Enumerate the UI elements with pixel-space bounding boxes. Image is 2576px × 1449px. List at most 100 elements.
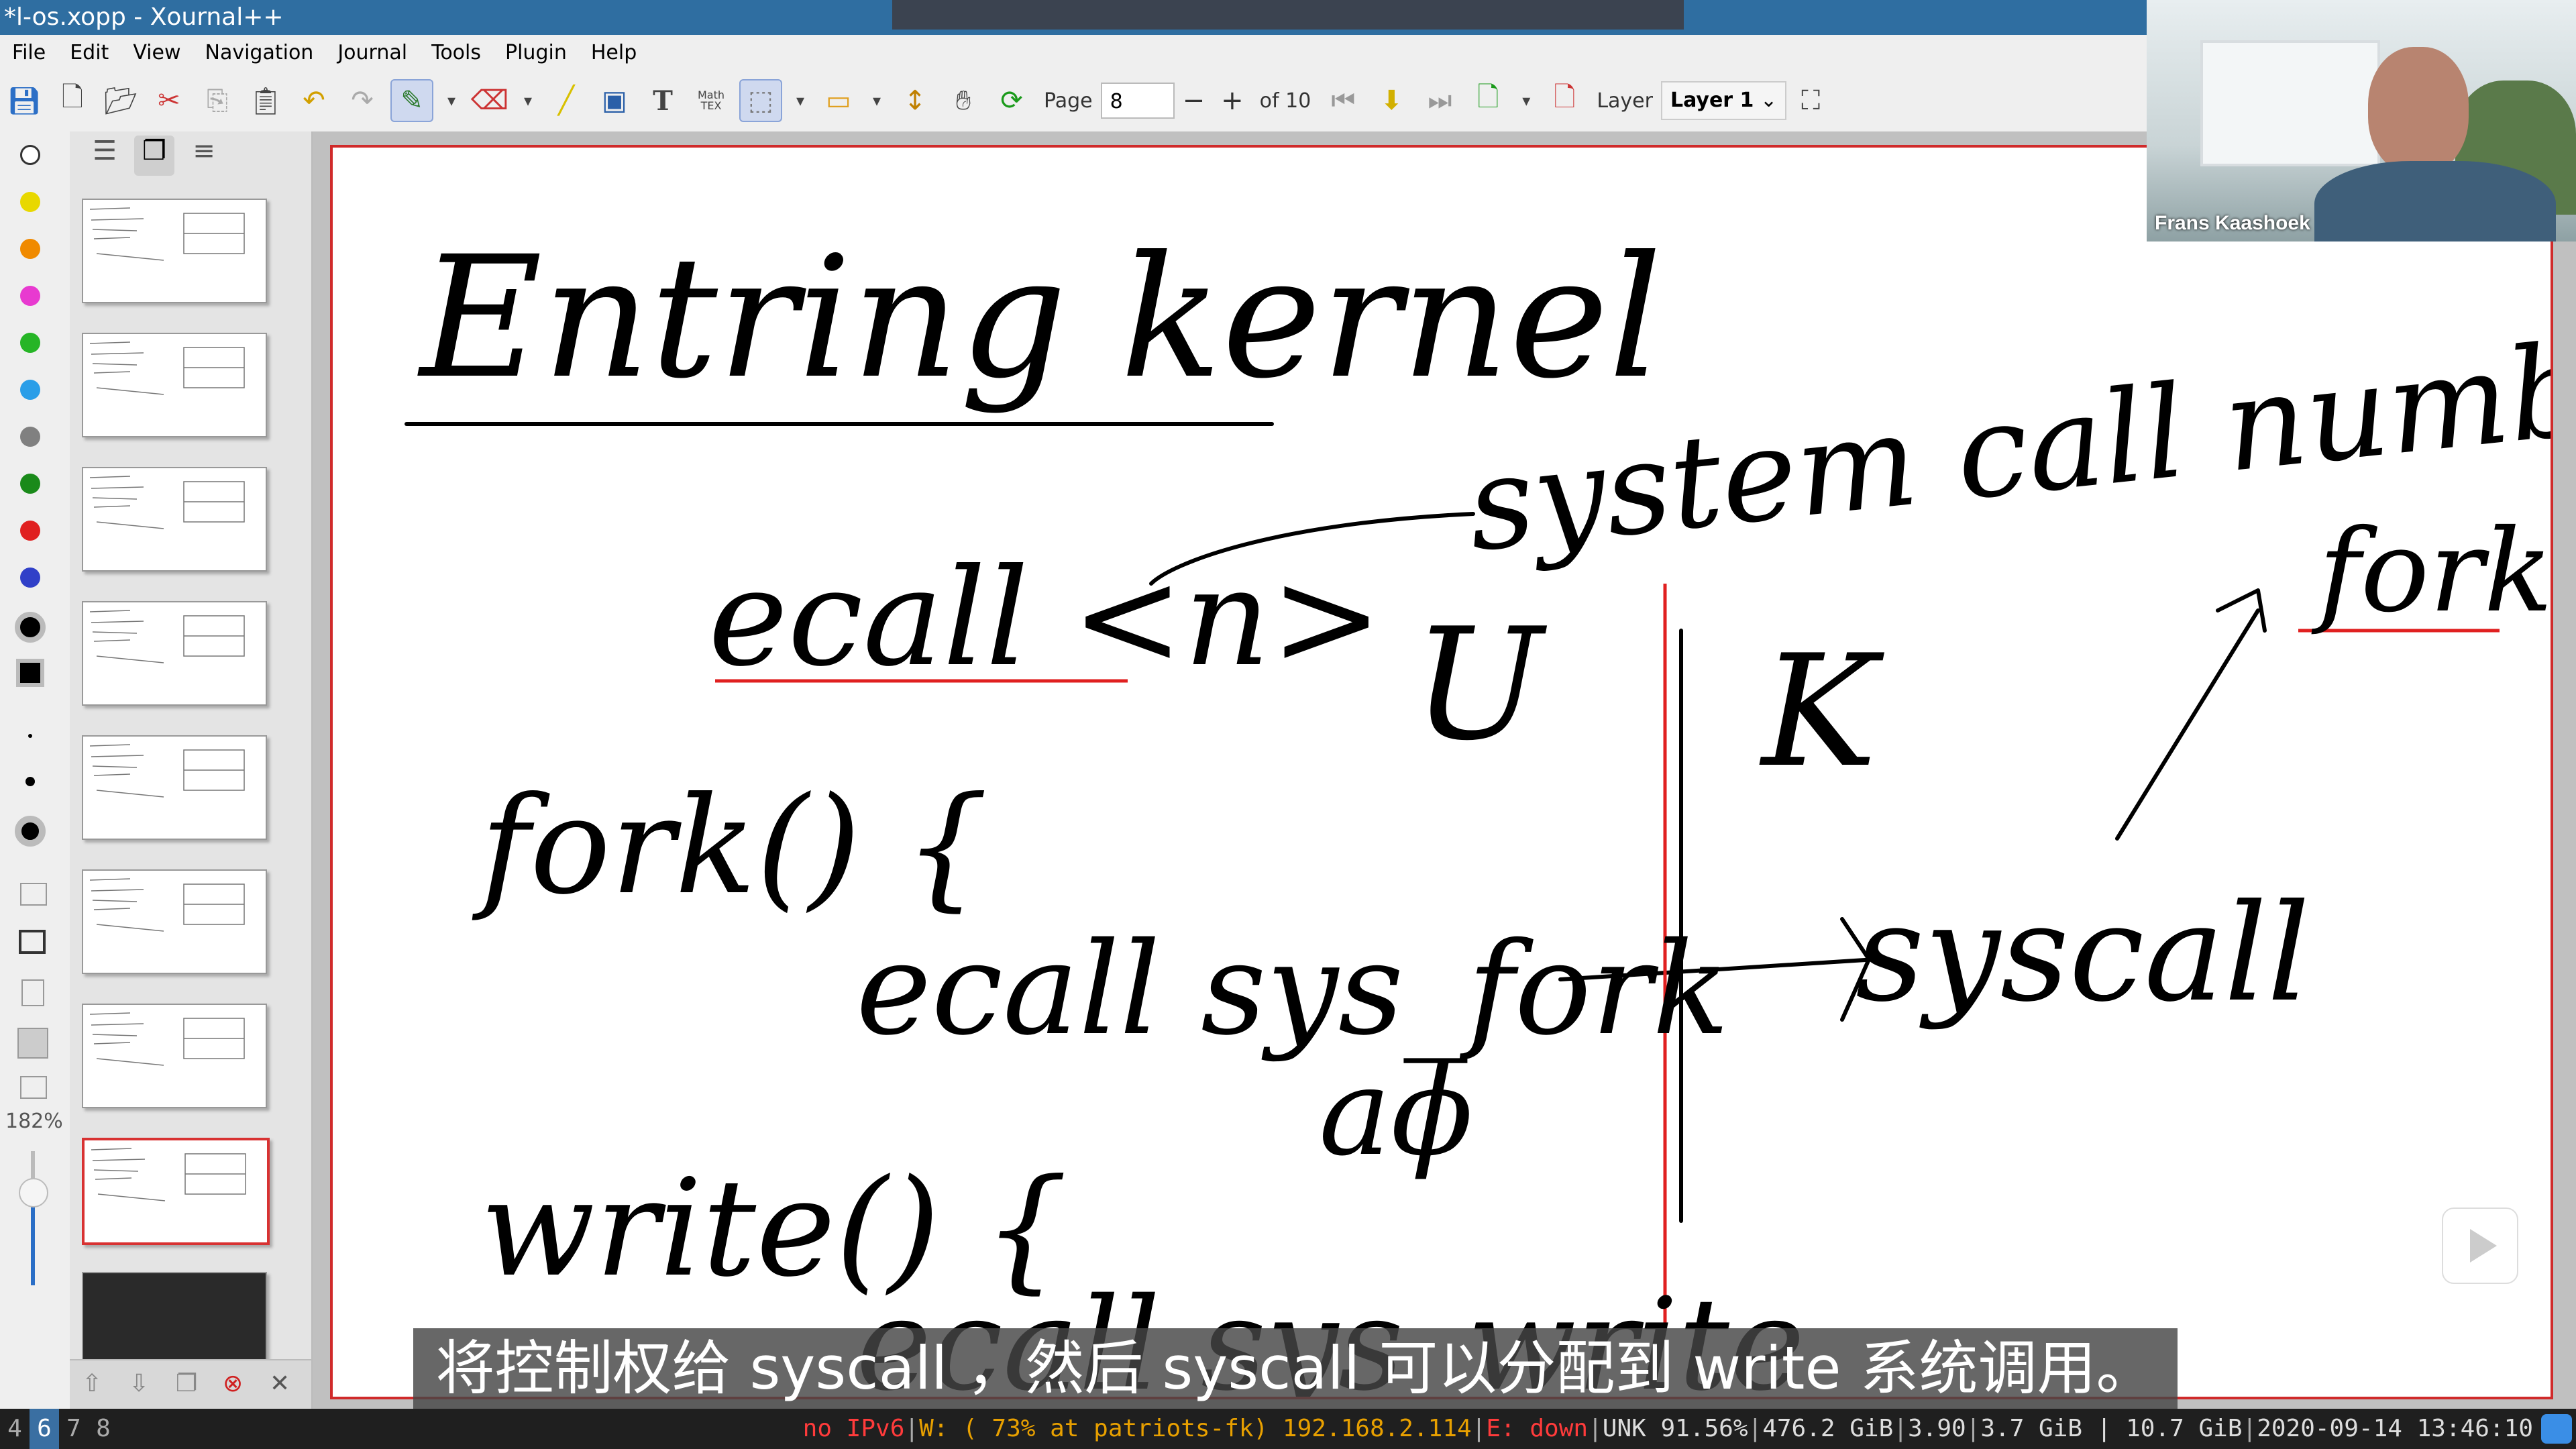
color-green[interactable] <box>20 333 40 353</box>
chevron-down-icon[interactable]: ▾ <box>1516 80 1536 121</box>
workspace-8[interactable]: 8 <box>89 1409 118 1449</box>
sidebar-tabs: ☰ ❐ ≡ <box>70 131 311 178</box>
layer-select[interactable]: Layer 1 ⌄ <box>1660 81 1787 120</box>
rect-select-icon[interactable]: ▭ <box>818 80 859 121</box>
menu-journal[interactable]: Journal <box>325 41 419 64</box>
fill-square-icon[interactable] <box>16 659 44 687</box>
canvas-area[interactable]: Entring kernel ecall <n> system call num… <box>313 131 2576 1409</box>
tab-layers[interactable]: ≡ <box>184 136 224 176</box>
participant-name: Frans Kaashoek <box>2155 212 2310 234</box>
redo-icon[interactable]: ↷ <box>342 80 382 121</box>
eraser-icon[interactable]: ⌫ <box>470 80 510 121</box>
move-page-down-icon[interactable]: ⇩ <box>129 1370 149 1397</box>
new-page-icon[interactable]: 🗋 <box>52 80 93 121</box>
menu-tools[interactable]: Tools <box>419 41 493 64</box>
page-thumbnail[interactable] <box>82 869 267 974</box>
move-page-up-icon[interactable]: ⇧ <box>82 1370 102 1397</box>
hw-ecall-fork: ecall sys_fork <box>856 915 1729 1063</box>
close-sidebar-icon[interactable]: ✕ <box>270 1370 290 1397</box>
status-info: no IPv6|W: ( 73% at patriots-fk) 192.168… <box>802 1415 2533 1442</box>
person-head <box>2368 47 2469 174</box>
thumbnail-sketch <box>89 610 245 663</box>
cut-icon[interactable]: ✂ <box>149 80 189 121</box>
page-thumbnail[interactable] <box>82 1004 267 1108</box>
delete-page-icon[interactable]: ⊗ <box>223 1370 243 1397</box>
page-thumbnail[interactable] <box>82 199 267 303</box>
page-minus-button[interactable]: − <box>1183 85 1205 116</box>
image-icon[interactable]: ▣ <box>594 80 635 121</box>
status-ipv6: no IPv6 <box>802 1415 905 1442</box>
page-number-input[interactable]: 8 <box>1100 83 1175 119</box>
undo-icon[interactable]: ↶ <box>294 80 334 121</box>
color-yellow[interactable] <box>20 192 40 212</box>
color-magenta[interactable] <box>20 286 40 306</box>
color-dark-green[interactable] <box>20 474 40 494</box>
page-thumbnail[interactable] <box>82 1138 270 1245</box>
first-page-icon[interactable]: ⏮ <box>1323 80 1363 121</box>
play-button[interactable] <box>2442 1208 2518 1284</box>
window-background <box>2200 40 2380 166</box>
tab-page-previews[interactable]: ❐ <box>134 136 174 176</box>
math-tex-icon[interactable]: Math TEX <box>691 80 731 121</box>
refresh-icon[interactable]: ⟳ <box>991 80 1032 121</box>
save-icon[interactable]: 💾︎ <box>4 80 44 121</box>
delete-page-icon[interactable]: 🗋 <box>1544 80 1585 121</box>
hand-tool-icon[interactable]: ✋︎ <box>943 80 983 121</box>
tray-icon[interactable] <box>2541 1414 2572 1444</box>
text-tool-icon[interactable]: T <box>643 80 683 121</box>
last-page-icon[interactable]: ⏭ <box>1419 80 1460 121</box>
page-icon[interactable] <box>21 979 44 1006</box>
size-thick[interactable] <box>15 816 46 847</box>
color-orange[interactable] <box>20 239 40 259</box>
highlighter-icon[interactable]: ╱ <box>546 80 586 121</box>
chevron-down-icon[interactable]: ▾ <box>790 80 810 121</box>
page-thumbnail[interactable] <box>82 333 267 437</box>
page-thumbnail[interactable] <box>82 601 267 706</box>
menu-plugin[interactable]: Plugin <box>493 41 579 64</box>
next-annotated-page-icon[interactable]: ⬇ <box>1371 80 1411 121</box>
page-thumbnail[interactable] <box>82 467 267 572</box>
select-tool-icon[interactable]: ⬚ <box>739 79 782 122</box>
workspace-7[interactable]: 7 <box>59 1409 89 1449</box>
copy-icon[interactable]: ⎘ <box>197 80 237 121</box>
chevron-down-icon[interactable]: ▾ <box>441 80 462 121</box>
workspace-6[interactable]: 6 <box>30 1409 59 1449</box>
menu-view[interactable]: View <box>121 41 193 64</box>
thumbnail-sketch <box>89 744 245 798</box>
ruler-icon[interactable] <box>20 883 47 906</box>
zoom-slider-handle[interactable] <box>19 1178 48 1208</box>
menu-help[interactable]: Help <box>579 41 649 64</box>
color-gray[interactable] <box>20 427 40 447</box>
layout-icon[interactable] <box>17 1028 48 1059</box>
thumbnail-sketch <box>91 1148 246 1201</box>
workspace-4[interactable]: 4 <box>0 1409 30 1449</box>
note-page[interactable]: Entring kernel ecall <n> system call num… <box>330 145 2553 1399</box>
pen-tool-icon[interactable]: ✎ <box>390 79 433 122</box>
zoom-fit-icon[interactable] <box>20 1076 47 1099</box>
open-icon[interactable]: 📂︎ <box>101 80 141 121</box>
add-page-icon[interactable]: 🗋 <box>1468 80 1508 121</box>
chevron-down-icon[interactable]: ▾ <box>867 80 887 121</box>
color-blue-light[interactable] <box>20 380 40 400</box>
handwriting-layer: Entring kernel ecall <n> system call num… <box>405 220 2551 1397</box>
size-fine[interactable] <box>28 734 32 738</box>
chevron-down-icon[interactable]: ▾ <box>518 80 538 121</box>
color-red[interactable] <box>20 521 40 541</box>
page-thumbnail[interactable] <box>82 735 267 840</box>
paste-icon[interactable]: 📋︎ <box>246 80 286 121</box>
copy-page-icon[interactable]: ❐ <box>176 1370 197 1397</box>
tab-outline[interactable]: ☰ <box>85 136 125 176</box>
menu-navigation[interactable]: Navigation <box>193 41 326 64</box>
size-medium[interactable] <box>25 777 35 786</box>
menu-edit[interactable]: Edit <box>58 41 121 64</box>
color-blue[interactable] <box>20 568 40 588</box>
hw-user-u: U <box>1413 596 1548 775</box>
zoom-slider[interactable] <box>19 1151 48 1285</box>
page-plus-button[interactable]: + <box>1221 85 1244 116</box>
color-black[interactable] <box>15 612 46 643</box>
menu-file[interactable]: File <box>0 41 58 64</box>
vertical-space-icon[interactable]: ↕ <box>895 80 935 121</box>
fullscreen-icon[interactable]: ⛶ <box>1790 80 1831 121</box>
presentation-icon[interactable] <box>19 930 46 954</box>
color-white[interactable] <box>20 145 40 165</box>
